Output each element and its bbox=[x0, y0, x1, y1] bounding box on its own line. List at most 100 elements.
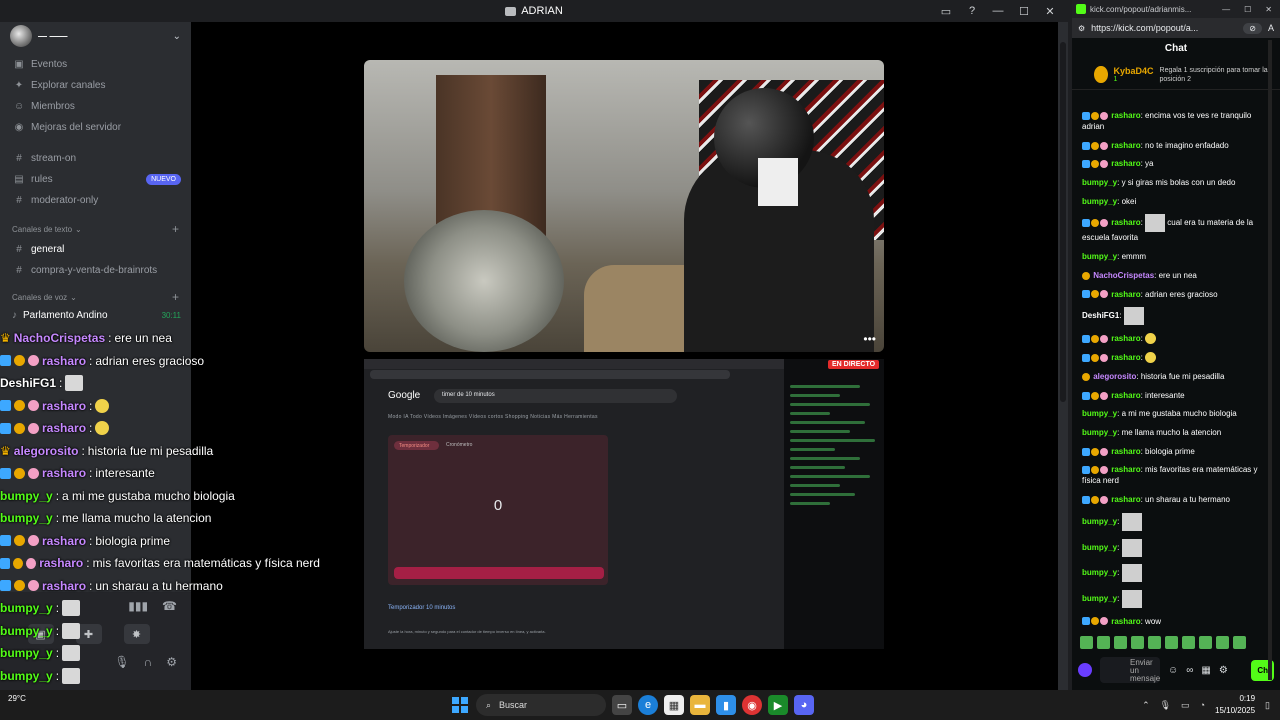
maximize-button[interactable]: ☐ bbox=[1018, 5, 1030, 18]
channel-compra-venta[interactable]: # compra-y-venta-de-brainrots bbox=[0, 260, 191, 281]
folder-icon[interactable]: ▬ bbox=[690, 695, 710, 715]
gear-icon[interactable]: ⚙ bbox=[1219, 665, 1228, 676]
server-header[interactable]: — —— ⌄ bbox=[0, 22, 191, 50]
help-icon[interactable]: ? bbox=[966, 5, 978, 17]
kick-tab-title[interactable]: kick.com/popout/adrianmis... bbox=[1090, 5, 1191, 14]
flower-badge-icon bbox=[1100, 219, 1108, 228]
kick-scrollbar[interactable] bbox=[1268, 40, 1272, 680]
webcam-feed[interactable]: ••• bbox=[364, 60, 884, 352]
scrollbar-thumb[interactable] bbox=[1060, 42, 1066, 402]
emote-icon[interactable] bbox=[1080, 636, 1093, 649]
translate-icon[interactable]: A bbox=[1268, 23, 1274, 33]
channel-general[interactable]: # general bbox=[0, 239, 191, 260]
overlay-chat: ♛ NachoCrispetas: ere un nea rasharo: adrian… bbox=[0, 327, 320, 720]
users-icon[interactable]: ∞ bbox=[1186, 665, 1193, 676]
chat-username[interactable]: rasharo bbox=[1111, 334, 1140, 343]
chat-username[interactable]: rasharo bbox=[1111, 465, 1140, 474]
chat-username[interactable]: bumpy_y bbox=[1082, 428, 1117, 437]
chat-username[interactable]: bumpy_y bbox=[1082, 252, 1117, 261]
emote-icon[interactable] bbox=[1233, 636, 1246, 649]
chat-username[interactable]: rasharo bbox=[1111, 447, 1140, 456]
chat-username[interactable]: bumpy_y bbox=[1082, 197, 1117, 206]
chat-username[interactable]: rasharo bbox=[1111, 111, 1140, 120]
chat-username[interactable]: bumpy_y bbox=[1082, 594, 1117, 603]
channel-moderator-only[interactable]: # moderator-only bbox=[0, 190, 191, 211]
chevron-down-icon[interactable]: ⌄ bbox=[173, 31, 181, 42]
minimize-button[interactable]: — bbox=[992, 5, 1004, 17]
screen-share[interactable]: Google timer de 10 minutos Modo IA Todo … bbox=[364, 359, 884, 649]
mic-icon[interactable]: 🎙 bbox=[1160, 700, 1171, 711]
minimize-button[interactable]: — bbox=[1222, 5, 1230, 14]
calendar-icon[interactable]: ▦ bbox=[1201, 665, 1210, 676]
chevron-up-icon[interactable]: ⌃ bbox=[1142, 700, 1150, 711]
voice-channel-parlamento[interactable]: ♪ Parlamento Andino 30:11 bbox=[0, 307, 191, 323]
chat-message: bumpy_y: a mi me gustaba mucho biologia bbox=[1082, 409, 1237, 419]
sidebar-item-miembros[interactable]: ☺ Miembros bbox=[0, 96, 191, 117]
chat-username[interactable]: rasharo bbox=[1111, 159, 1140, 168]
chat-username[interactable]: alegorosito bbox=[1093, 372, 1136, 381]
chat-username[interactable]: rasharo bbox=[1111, 219, 1140, 228]
sidebar-item-eventos[interactable]: ▣ Eventos bbox=[0, 54, 191, 75]
tracking-icon[interactable]: ⊘ bbox=[1243, 22, 1262, 34]
emote-icon[interactable] bbox=[1199, 636, 1212, 649]
pinned-gifter[interactable]: KybaD4C 1 Regala 1 suscripción para tomar… bbox=[1072, 60, 1280, 90]
notification-icon[interactable]: ▯ bbox=[1265, 700, 1270, 711]
chat-username[interactable]: bumpy_y bbox=[1082, 178, 1117, 187]
emoji-icon[interactable]: ☺ bbox=[1168, 665, 1178, 676]
edge-icon[interactable]: e bbox=[638, 695, 658, 715]
category-voice-channels[interactable]: Canales de voz ⌄ + bbox=[0, 287, 191, 307]
chat-username[interactable]: rasharo bbox=[1111, 290, 1140, 299]
emote-icon[interactable] bbox=[1165, 636, 1178, 649]
chat-username[interactable]: bumpy_y bbox=[1082, 409, 1117, 418]
add-channel-icon[interactable]: + bbox=[172, 222, 179, 236]
close-button[interactable]: ✕ bbox=[1265, 5, 1272, 14]
chat-username[interactable]: rasharo bbox=[1111, 391, 1140, 400]
sidebar-item-explorar[interactable]: ✦ Explorar canales bbox=[0, 75, 191, 96]
scrollbar[interactable] bbox=[1058, 22, 1068, 690]
emote-icon[interactable] bbox=[1182, 636, 1195, 649]
channel-stream-on[interactable]: # stream-on bbox=[0, 148, 191, 169]
network-icon[interactable]: ▭ bbox=[1181, 700, 1190, 711]
emote-icon[interactable] bbox=[1148, 636, 1161, 649]
chat-message: rasharo: adrian eres gracioso bbox=[1082, 289, 1266, 300]
channel-rules[interactable]: ▤ rules NUEVO bbox=[0, 169, 191, 190]
windows-start-icon[interactable] bbox=[450, 695, 470, 715]
more-options-icon[interactable]: ••• bbox=[863, 332, 876, 346]
colon: : bbox=[89, 578, 93, 593]
chrome-icon[interactable]: ◉ bbox=[742, 695, 762, 715]
chat-username[interactable]: DeshiFG1 bbox=[1082, 311, 1119, 320]
discord-icon[interactable]: ◕ bbox=[794, 695, 814, 715]
chat-username[interactable]: NachoCrispetas bbox=[1093, 271, 1154, 280]
chat-username[interactable]: bumpy_y bbox=[1082, 568, 1117, 577]
kick-url-bar[interactable]: ⚙ https://kick.com/popout/a... ⊘ A bbox=[1072, 18, 1280, 38]
volume-icon[interactable]: ◔ bbox=[1200, 700, 1205, 710]
sword-badge-icon bbox=[1082, 141, 1090, 150]
weather-widget[interactable]: 29°C bbox=[8, 693, 26, 704]
chat-input[interactable]: Enviar un mensaje bbox=[1100, 657, 1160, 683]
emote-icon[interactable] bbox=[1114, 636, 1127, 649]
emote-icon[interactable] bbox=[1216, 636, 1229, 649]
category-text-channels[interactable]: Canales de texto ⌄ + bbox=[0, 219, 191, 239]
add-channel-icon[interactable]: + bbox=[172, 290, 179, 304]
chat-username[interactable]: rasharo bbox=[1111, 141, 1140, 150]
chat-username[interactable]: rasharo bbox=[1111, 495, 1140, 504]
mic-icon[interactable] bbox=[1078, 663, 1092, 677]
inbox-icon[interactable]: ▭ bbox=[940, 5, 952, 18]
chat-username[interactable]: rasharo bbox=[1111, 617, 1140, 626]
clock[interactable]: 0:19 15/10/2025 bbox=[1215, 693, 1255, 717]
store-icon[interactable]: ▦ bbox=[664, 695, 684, 715]
emote-icon[interactable] bbox=[1131, 636, 1144, 649]
app-icon[interactable]: ▮ bbox=[716, 695, 736, 715]
taskbar-search[interactable]: ⌕ Buscar bbox=[476, 694, 606, 716]
sidebar-item-mejoras[interactable]: ◉ Mejoras del servidor bbox=[0, 117, 191, 138]
task-view-icon[interactable]: ▭ bbox=[612, 695, 632, 715]
chat-username[interactable]: rasharo bbox=[1111, 353, 1140, 362]
chat-username[interactable]: bumpy_y bbox=[1082, 517, 1117, 526]
kick-app-icon[interactable]: ▶ bbox=[768, 695, 788, 715]
chat-username[interactable]: bumpy_y bbox=[1082, 543, 1117, 552]
close-button[interactable]: ✕ bbox=[1044, 5, 1056, 18]
maximize-button[interactable]: ☐ bbox=[1244, 5, 1251, 14]
sub-badge-icon bbox=[1091, 334, 1099, 343]
emote-icon[interactable] bbox=[1097, 636, 1110, 649]
site-info-icon[interactable]: ⚙ bbox=[1078, 24, 1085, 33]
